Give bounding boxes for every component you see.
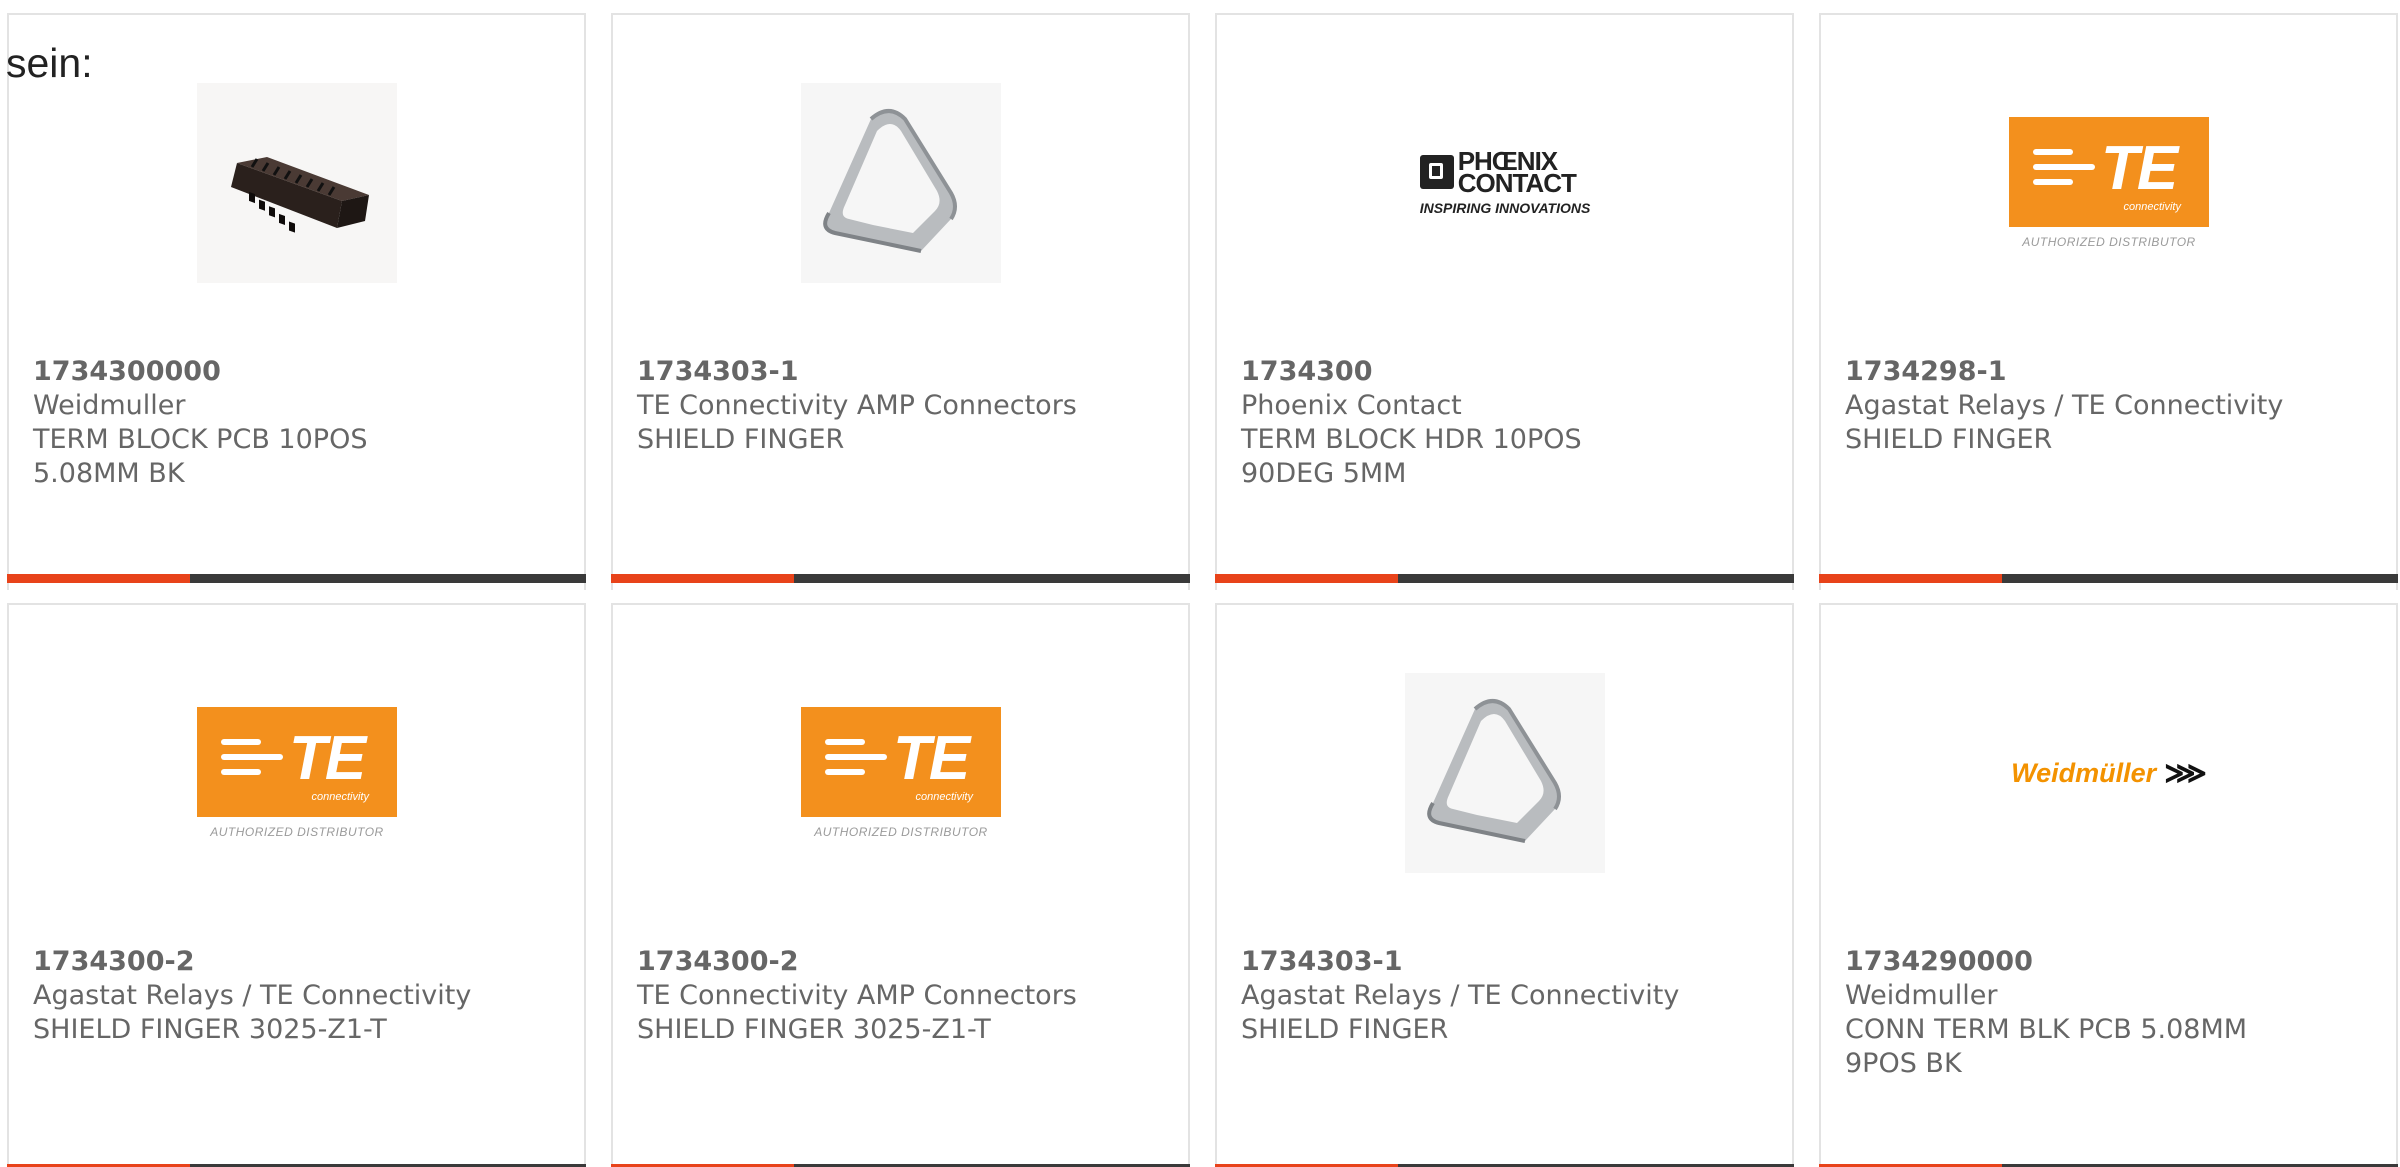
phoenix-mark-icon	[1419, 155, 1454, 189]
logo-subtitle: connectivity	[915, 791, 973, 803]
product-image[interactable]	[197, 83, 397, 283]
te-connectivity-logo: TE connectivity AUTHORIZED DISTRIBUTOR	[197, 707, 397, 839]
product-image[interactable]	[1405, 673, 1605, 873]
product-image[interactable]: Weidmüller ⋙	[2009, 673, 2209, 873]
product-card[interactable]: TE connectivity AUTHORIZED DISTRIBUTOR 1…	[1819, 13, 2398, 590]
product-image[interactable]: TE connectivity AUTHORIZED DISTRIBUTOR	[2009, 83, 2209, 283]
card-bottom-bar	[7, 574, 586, 583]
manufacturer: Agastat Relays / TE Connectivity	[1241, 980, 1680, 1011]
card-accent-bar	[1215, 574, 1398, 583]
product-card[interactable]: Weidmüller ⋙ 1734290000 Weidmuller CONN …	[1819, 603, 2398, 1167]
part-number[interactable]: 1734303-1	[1241, 945, 1681, 979]
te-connectivity-logo: TE connectivity AUTHORIZED DISTRIBUTOR	[801, 707, 1001, 839]
product-info: 1734300000 Weidmuller TERM BLOCK PCB 10P…	[33, 355, 473, 491]
manufacturer: Phoenix Contact	[1241, 390, 1462, 421]
phoenix-contact-logo: PHŒNIX CONTACT INSPIRING INNOVATIONS	[1419, 148, 1591, 216]
card-bottom-bar	[1215, 574, 1794, 583]
logo-tagline: AUTHORIZED DISTRIBUTOR	[814, 825, 988, 839]
product-card[interactable]: 1734300000 Weidmuller TERM BLOCK PCB 10P…	[7, 13, 586, 590]
product-info: 1734300-2 TE Connectivity AMP Connectors…	[637, 945, 1077, 1047]
manufacturer: Weidmuller	[1845, 980, 1998, 1011]
description: SHIELD FINGER 3025-Z1-T	[637, 1014, 991, 1045]
logo-tagline: AUTHORIZED DISTRIBUTOR	[210, 825, 384, 839]
logo-subtitle: connectivity	[2123, 201, 2181, 213]
terminal-block-photo	[197, 83, 397, 283]
logo-brand: TE	[893, 724, 970, 793]
logo-tagline: INSPIRING INNOVATIONS	[1419, 200, 1591, 216]
description: SHIELD FINGER 3025-Z1-T	[33, 1014, 387, 1045]
description: SHIELD FINGER	[1241, 1014, 1449, 1045]
logo-brand: TE	[289, 724, 366, 793]
description: SHIELD FINGER	[1845, 424, 2053, 455]
product-image[interactable]	[801, 83, 1001, 283]
product-card[interactable]: TE connectivity AUTHORIZED DISTRIBUTOR 1…	[611, 603, 1190, 1167]
shield-finger-photo	[1405, 673, 1605, 873]
card-bottom-bar	[611, 574, 1190, 583]
weidmuller-mark-icon: ⋙	[2164, 756, 2207, 790]
card-accent-bar	[611, 574, 794, 583]
manufacturer: Agastat Relays / TE Connectivity	[33, 980, 472, 1011]
manufacturer: TE Connectivity AMP Connectors	[637, 980, 1077, 1011]
part-number[interactable]: 1734300-2	[33, 945, 473, 979]
te-connectivity-logo: TE connectivity AUTHORIZED DISTRIBUTOR	[2009, 117, 2209, 249]
card-accent-bar	[7, 574, 190, 583]
logo-brand: Weidmüller	[2011, 757, 2157, 788]
product-image[interactable]: PHŒNIX CONTACT INSPIRING INNOVATIONS	[1405, 83, 1605, 283]
product-grid: 1734300000 Weidmuller TERM BLOCK PCB 10P…	[0, 0, 2400, 1167]
product-info: 1734300-2 Agastat Relays / TE Connectivi…	[33, 945, 473, 1047]
manufacturer: Agastat Relays / TE Connectivity	[1845, 390, 2284, 421]
manufacturer: TE Connectivity AMP Connectors	[637, 390, 1077, 421]
product-card[interactable]: 1734303-1 TE Connectivity AMP Connectors…	[611, 13, 1190, 590]
product-card[interactable]: PHŒNIX CONTACT INSPIRING INNOVATIONS 173…	[1215, 13, 1794, 590]
logo-line: CONTACT	[1457, 168, 1577, 198]
page-label: sein:	[6, 40, 93, 86]
manufacturer: Weidmuller	[33, 390, 186, 421]
product-card[interactable]: TE connectivity AUTHORIZED DISTRIBUTOR 1…	[7, 603, 586, 1167]
part-number[interactable]: 1734298-1	[1845, 355, 2285, 389]
product-info: 1734298-1 Agastat Relays / TE Connectivi…	[1845, 355, 2285, 457]
product-card[interactable]: 1734303-1 Agastat Relays / TE Connectivi…	[1215, 603, 1794, 1167]
part-number[interactable]: 1734300-2	[637, 945, 1077, 979]
logo-tagline: AUTHORIZED DISTRIBUTOR	[2022, 235, 2196, 249]
card-accent-bar	[1819, 574, 2002, 583]
card-bottom-bar	[1819, 574, 2398, 583]
product-image[interactable]: TE connectivity AUTHORIZED DISTRIBUTOR	[801, 673, 1001, 873]
product-info: 1734303-1 Agastat Relays / TE Connectivi…	[1241, 945, 1681, 1047]
product-info: 1734300 Phoenix Contact TERM BLOCK HDR 1…	[1241, 355, 1681, 491]
shield-finger-photo	[801, 83, 1001, 283]
part-number[interactable]: 1734303-1	[637, 355, 1077, 389]
product-info: 1734303-1 TE Connectivity AMP Connectors…	[637, 355, 1077, 457]
logo-subtitle: connectivity	[311, 791, 369, 803]
description: TERM BLOCK HDR 10POS 90DEG 5MM	[1241, 424, 1582, 489]
product-info: 1734290000 Weidmuller CONN TERM BLK PCB …	[1845, 945, 2285, 1081]
weidmuller-logo: Weidmüller ⋙	[2011, 756, 2207, 791]
product-image[interactable]: TE connectivity AUTHORIZED DISTRIBUTOR	[197, 673, 397, 873]
part-number[interactable]: 1734290000	[1845, 945, 2285, 979]
part-number[interactable]: 1734300000	[33, 355, 473, 389]
description: TERM BLOCK PCB 10POS 5.08MM BK	[33, 424, 368, 489]
logo-brand: TE	[2101, 134, 2178, 203]
description: CONN TERM BLK PCB 5.08MM 9POS BK	[1845, 1014, 2248, 1079]
description: SHIELD FINGER	[637, 424, 845, 455]
part-number[interactable]: 1734300	[1241, 355, 1681, 389]
